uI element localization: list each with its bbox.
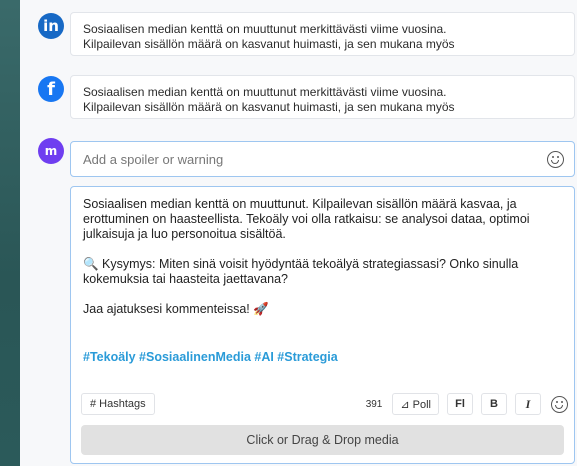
media-dropzone[interactable]: Click or Drag & Drop media	[81, 425, 564, 455]
spoiler-field	[70, 141, 575, 177]
linkedin-preview[interactable]: Sosiaalisen median kenttä on muuttunut m…	[70, 12, 575, 56]
post-paragraph: 🔍 Kysymys: Miten sinä voisit hyödyntää t…	[83, 257, 519, 286]
hashtags-button[interactable]: # Hashtags	[81, 393, 155, 415]
spoiler-input[interactable]	[81, 150, 547, 168]
post-paragraph: Sosiaalisen median kenttä on muuttunut. …	[83, 197, 530, 241]
poll-button[interactable]: ⊿ Poll	[392, 393, 439, 415]
mastodon-icon[interactable]: m	[38, 138, 64, 164]
facebook-icon[interactable]: f	[38, 76, 64, 102]
bold-button[interactable]: B	[481, 393, 507, 415]
facebook-preview[interactable]: Sosiaalisen median kenttä on muuttunut m…	[70, 75, 575, 119]
post-paragraph: Jaa ajatuksesi kommenteissa! 🚀	[83, 302, 269, 316]
preview-line: Sosiaalisen median kenttä on muuttunut m…	[83, 22, 447, 36]
emoji-icon[interactable]	[551, 395, 568, 413]
emoji-icon[interactable]	[547, 150, 564, 168]
character-count: 391	[365, 398, 383, 410]
post-body[interactable]: Sosiaalisen median kenttä on muuttunut. …	[83, 197, 553, 332]
preview-line: Sosiaalisen median kenttä on muuttunut m…	[83, 85, 447, 99]
preview-line: Kilpailevan sisällön määrä on kasvanut h…	[83, 100, 455, 114]
post-composer[interactable]: Sosiaalisen median kenttä on muuttunut. …	[70, 186, 575, 464]
post-hashtags: #Tekoäly #SosiaalinenMedia #AI #Strategi…	[83, 350, 338, 364]
preview-line: Kilpailevan sisällön määrä on kasvanut h…	[83, 37, 455, 51]
italic-button[interactable]: I	[515, 393, 541, 415]
linkedin-icon[interactable]: in	[38, 13, 64, 39]
composer-toolbar: # Hashtags 391 ⊿ Poll Fl B I	[81, 392, 568, 416]
fl-button[interactable]: Fl	[447, 393, 473, 415]
